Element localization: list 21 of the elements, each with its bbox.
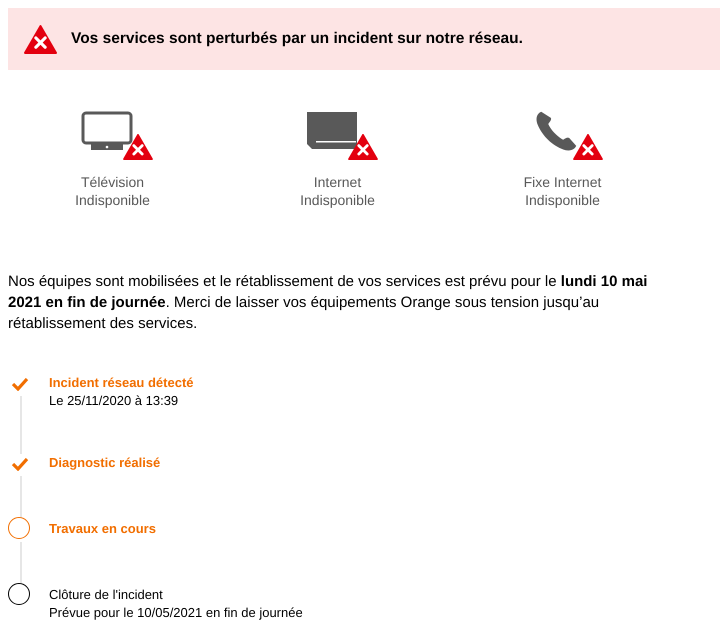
- step-detail: Prévue pour le 10/05/2021 en fin de journée: [49, 604, 303, 622]
- checkmark-icon: [11, 457, 29, 471]
- step-title: Incident réseau détecté: [49, 374, 194, 392]
- checkmark-icon: [11, 377, 29, 391]
- service-status: Indisponible: [525, 191, 600, 209]
- alert-message: Vos services sont perturbés par un incident sur notre réseau.: [71, 30, 523, 48]
- info-paragraph: Nos équipes sont mobilisées et le rétablissement de vos services est prévu pour le lundi 10 mai 2021 en fin de journée. Merci de laisser vos équipements Orange sous tension jusqu’au rétablissement des services.: [8, 272, 648, 334]
- service-status: Indisponible: [75, 191, 150, 209]
- service-name: Fixe Internet: [524, 173, 602, 191]
- step-circle: [8, 517, 30, 539]
- service-name: Internet: [314, 173, 362, 191]
- service-status: Indisponible: [300, 191, 375, 209]
- step-circle: [8, 583, 30, 605]
- step-title: Travaux en cours: [49, 520, 156, 538]
- warning-icon: [24, 24, 57, 54]
- television-icon: [80, 110, 132, 152]
- step-detail: Le 25/11/2020 à 13:39: [49, 392, 178, 410]
- service-name: Télévision: [80, 173, 144, 191]
- router-box-icon: [306, 110, 358, 152]
- step-title: Clôture de l'incident: [49, 586, 163, 604]
- step-title: Diagnostic réalisé: [49, 454, 160, 472]
